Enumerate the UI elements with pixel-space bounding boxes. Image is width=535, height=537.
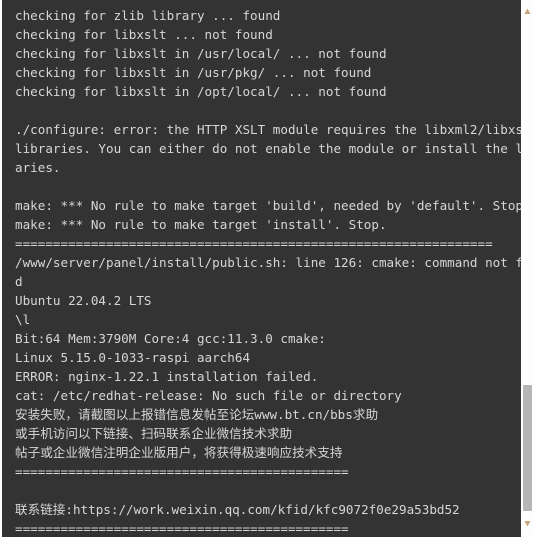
terminal-line: checking for zlib library ... found [15, 8, 281, 23]
terminal-line: 帖子或企业微信注明企业版用户，将获得极速响应技术支持 [15, 445, 343, 460]
terminal-line: make: *** No rule to make target 'instal… [15, 217, 387, 232]
terminal-line: Linux 5.15.0-1033-raspi aarch64 [15, 350, 251, 365]
terminal-line: make: *** No rule to make target 'build'… [15, 198, 521, 213]
terminal-line: ========================================… [15, 464, 349, 479]
terminal-line: 联系链接:https://work.weixin.qq.com/kfid/kfc… [15, 502, 460, 517]
terminal-window: checking for zlib library ... found check… [0, 0, 535, 537]
vertical-scrollbar[interactable] [521, 0, 535, 537]
terminal-line: ========================================… [15, 236, 493, 251]
terminal-line-list: checking for zlib library ... found check… [2, 0, 521, 537]
scroll-up-arrow-icon[interactable] [524, 8, 531, 15]
terminal-line: libraries. You can either do not enable … [15, 141, 521, 156]
terminal-line: 安装失败，请截图以上报错信息发帖至论坛www.bt.cn/bbs求助 [15, 407, 379, 422]
terminal-line: checking for libxslt in /usr/local/ ... … [15, 46, 387, 61]
scrollbar-thumb[interactable] [523, 385, 532, 511]
terminal-output-panel[interactable]: checking for zlib library ... found check… [0, 0, 521, 537]
terminal-line: \l [15, 312, 31, 327]
terminal-line: checking for libxslt in /usr/pkg/ ... no… [15, 65, 372, 80]
terminal-line: checking for libxslt ... not found [15, 27, 273, 42]
terminal-line: 或手机访问以下链接、扫码联系企业微信技术求助 [15, 426, 293, 441]
terminal-line: Ubuntu 22.04.2 LTS [15, 293, 152, 308]
terminal-line: ========================================… [15, 521, 349, 536]
terminal-line: Bit:64 Mem:3790M Core:4 gcc:11.3.0 cmake… [15, 331, 326, 346]
scroll-down-arrow-icon[interactable] [524, 520, 531, 527]
terminal-line: d [15, 274, 23, 289]
terminal-line: checking for libxslt in /opt/local/ ... … [15, 84, 387, 99]
terminal-line: ./configure: error: the HTTP XSLT module… [15, 122, 521, 137]
terminal-line: /www/server/panel/install/public.sh: lin… [15, 255, 521, 270]
terminal-line: ERROR: nginx-1.22.1 installation failed. [15, 369, 319, 384]
terminal-line: aries. [15, 160, 61, 175]
terminal-line: cat: /etc/redhat-release: No such file o… [15, 388, 402, 403]
